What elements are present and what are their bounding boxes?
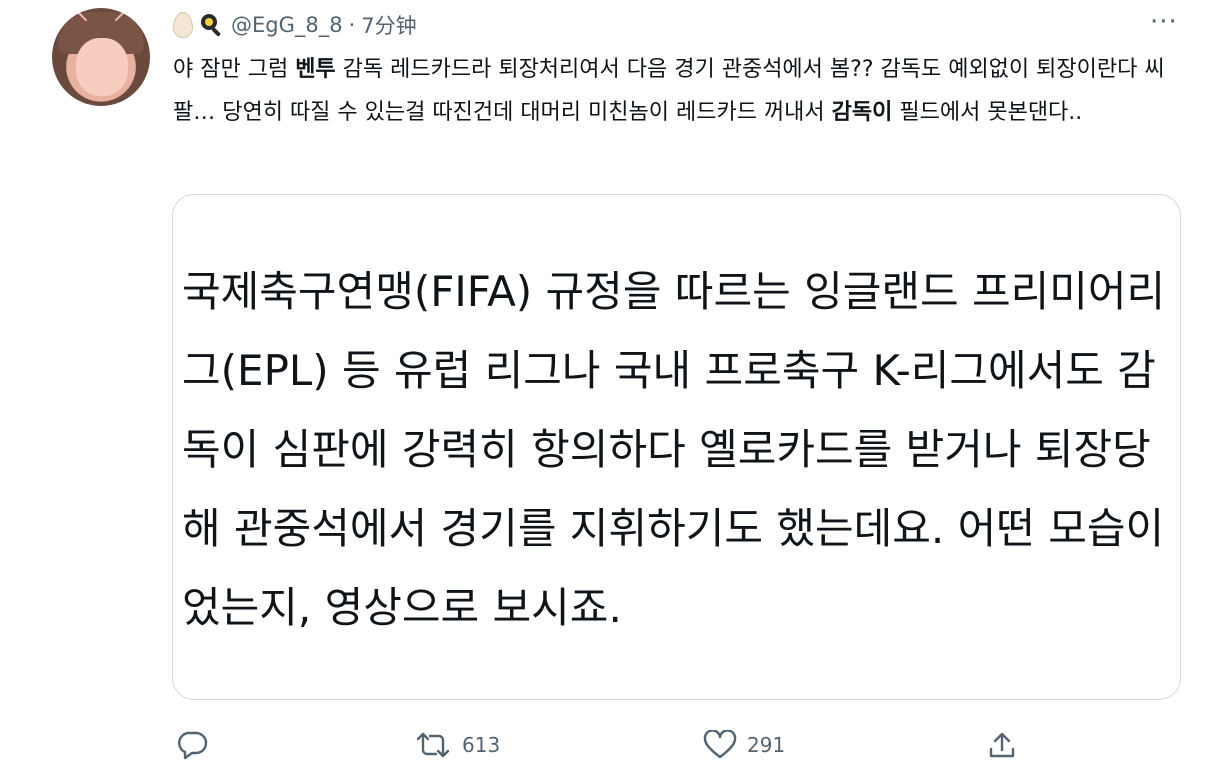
heart-icon [703,730,737,760]
tweet-header: @EgG_8_8 · 7分钟 [173,8,417,42]
quote-text: 국제축구연맹(FIFA) 규정을 따르는 잉글랜드 프리미어리그(EPL) 등 … [182,267,1166,632]
retweet-icon [414,730,452,760]
user-handle[interactable]: @EgG_8_8 [231,13,343,37]
share-icon [987,730,1017,760]
avatar-face [76,38,128,96]
separator: · [348,13,356,37]
tweet-text-part: 야 잠만 그럼 [173,57,296,82]
tweet-text-part: 필드에서 못본댄다.. [892,100,1083,125]
reply-button[interactable] [176,730,218,760]
retweet-count: 613 [462,733,501,757]
more-icon[interactable]: ··· [1150,9,1178,35]
tweet-time[interactable]: 7分钟 [361,10,416,40]
share-button[interactable] [987,730,1017,760]
reply-icon [176,730,208,760]
frying-pan-icon [199,12,225,38]
avatar[interactable] [52,8,150,106]
egg-icon [173,12,193,38]
tweet-text: 야 잠만 그럼 벤투 감독 레드카드라 퇴장처리여서 다음 경기 관중석에서 봄… [173,48,1183,134]
like-button[interactable]: 291 [703,730,785,760]
tweet-text-bold: 감독이 [831,100,893,125]
action-bar: 613 291 [0,730,1212,764]
tweet-text-bold: 벤투 [295,57,336,82]
like-count: 291 [747,733,786,757]
retweet-button[interactable]: 613 [414,730,500,760]
